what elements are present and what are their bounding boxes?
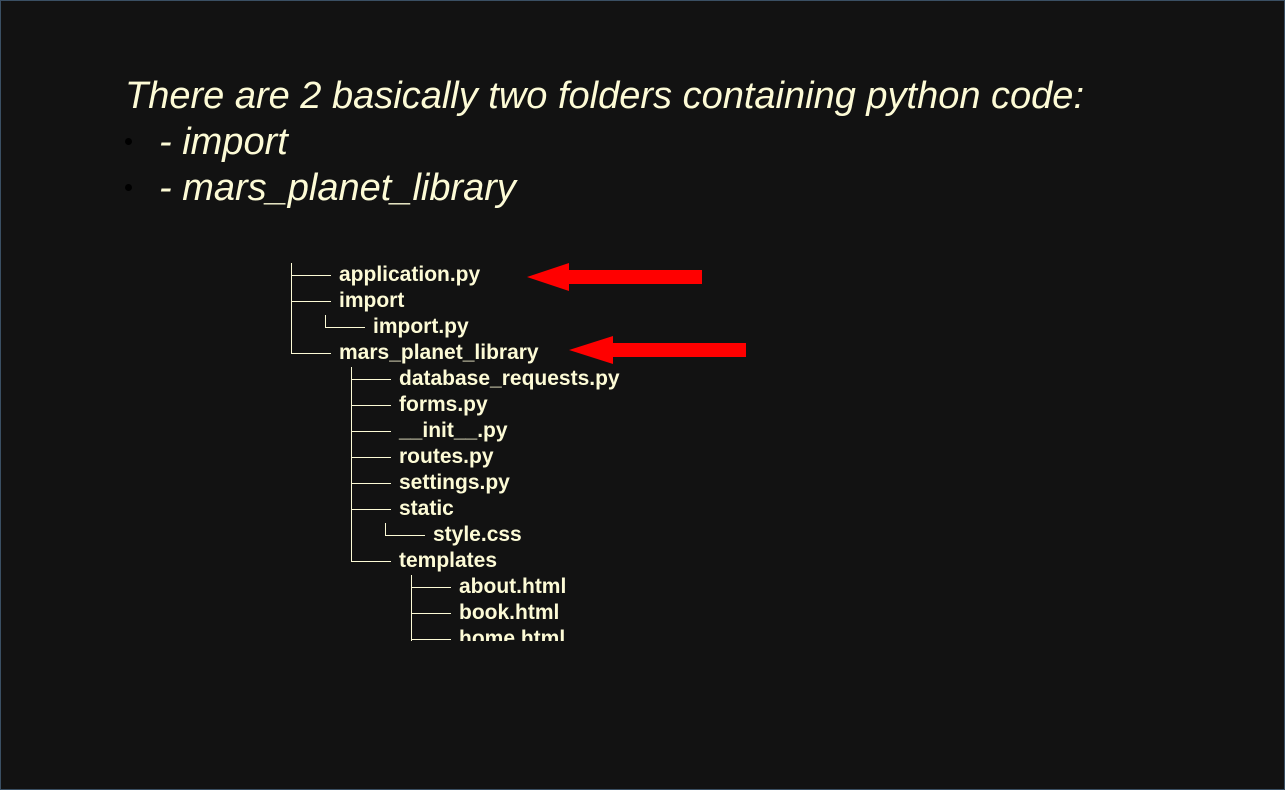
tree-item-application-py: application.py [339, 263, 481, 286]
tree-item-static-folder: static [399, 497, 454, 520]
tree-connector [411, 575, 412, 641]
bullet-text-mars-planet-library: - mars_planet_library [159, 167, 516, 209]
tree-branch [291, 275, 331, 276]
tree-item-home-html: home.html [459, 627, 566, 641]
directory-tree: application.py import import.py mars_pla… [281, 259, 701, 641]
tree-branch [411, 613, 451, 614]
slide: There are 2 basically two folders contai… [0, 0, 1285, 790]
tree-connector [385, 523, 386, 535]
tree-branch [385, 535, 425, 536]
tree-branch [291, 301, 331, 302]
tree-branch [351, 405, 391, 406]
tree-item-mars-planet-library: mars_planet_library [339, 341, 539, 364]
bullet-text-import: - import [159, 121, 288, 163]
tree-branch [325, 327, 365, 328]
tree-connector [291, 263, 292, 353]
slide-headline: There are 2 basically two folders contai… [125, 75, 1084, 117]
tree-branch [351, 483, 391, 484]
tree-branch [351, 561, 391, 562]
tree-connector [325, 315, 326, 327]
bullet-dot [125, 138, 132, 145]
arrow-left-icon [527, 263, 702, 291]
tree-connector [351, 367, 352, 561]
tree-branch [351, 431, 391, 432]
tree-item-forms-py: forms.py [399, 393, 488, 416]
tree-item-database-requests-py: database_requests.py [399, 367, 620, 390]
tree-item-import-folder: import [339, 289, 405, 312]
tree-item-routes-py: routes.py [399, 445, 494, 468]
arrow-left-icon [569, 336, 746, 364]
tree-item-about-html: about.html [459, 575, 567, 598]
tree-item-settings-py: settings.py [399, 471, 510, 494]
tree-item-book-html: book.html [459, 601, 560, 624]
tree-branch [351, 379, 391, 380]
tree-item-templates-folder: templates [399, 549, 498, 572]
tree-item-init-py: __init__.py [399, 419, 508, 442]
tree-item-style-css: style.css [433, 523, 522, 546]
tree-branch [351, 457, 391, 458]
tree-branch [351, 509, 391, 510]
tree-branch [291, 353, 331, 354]
bullet-dot [125, 184, 132, 191]
tree-branch [411, 587, 451, 588]
tree-branch [411, 639, 451, 640]
tree-item-import-py: import.py [373, 315, 469, 338]
